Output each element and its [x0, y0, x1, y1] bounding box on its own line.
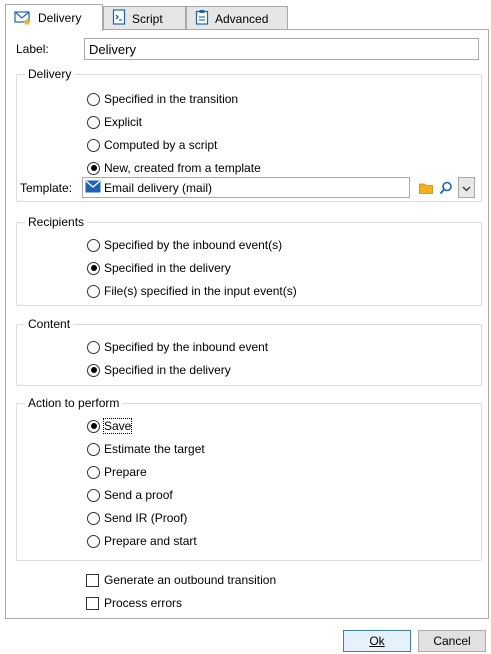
action-option-prepare[interactable]: Prepare: [87, 463, 147, 481]
template-dropdown-button[interactable]: [458, 177, 475, 198]
option-label: Specified by the inbound event: [104, 340, 269, 354]
radio-button-selected[interactable]: [87, 419, 100, 433]
envelope-icon: [85, 180, 101, 196]
recipients-option-files[interactable]: File(s) specified in the input event(s): [87, 282, 297, 300]
option-label: Prepare and start: [104, 534, 197, 548]
content-option-inbound[interactable]: Specified by the inbound event: [87, 338, 268, 356]
tab-advanced-label: Advanced: [215, 11, 269, 26]
chevron-down-icon: [462, 181, 471, 195]
radio-button[interactable]: [87, 138, 100, 152]
content-option-delivery[interactable]: Specified in the delivery: [87, 361, 231, 379]
option-label: Save: [102, 418, 133, 434]
radio-button[interactable]: [87, 442, 100, 456]
option-label: Estimate the target: [104, 442, 205, 456]
ok-button-label: Ok: [369, 634, 385, 648]
radio-button[interactable]: [87, 92, 100, 106]
radio-button-selected[interactable]: [87, 161, 100, 175]
search-icon[interactable]: [437, 179, 455, 197]
action-option-prepare-start[interactable]: Prepare and start: [87, 532, 197, 550]
label-field-label: Label:: [16, 42, 49, 56]
checkbox-label: Process errors: [104, 596, 183, 610]
action-option-estimate[interactable]: Estimate the target: [87, 440, 205, 458]
option-label: Specified in the delivery: [104, 363, 231, 377]
content-group-title: Content: [25, 317, 74, 331]
option-label: Specified by the inbound event(s): [104, 238, 283, 252]
action-option-proof[interactable]: Send a proof: [87, 486, 173, 504]
option-label: Computed by a script: [104, 138, 218, 152]
option-label: Specified in the transition: [104, 92, 239, 106]
delivery-option-script[interactable]: Computed by a script: [87, 136, 217, 154]
generate-transition-checkbox[interactable]: [86, 573, 99, 587]
recipients-group-title: Recipients: [25, 215, 88, 229]
option-label: File(s) specified in the input event(s): [104, 284, 297, 298]
template-field[interactable]: Email delivery (mail): [82, 177, 410, 198]
process-errors-checkbox[interactable]: [86, 596, 99, 610]
generate-transition-checkbox-row[interactable]: Generate an outbound transition: [86, 571, 276, 589]
recipients-option-inbound[interactable]: Specified by the inbound event(s): [87, 236, 282, 254]
delivery-option-transition[interactable]: Specified in the transition: [87, 90, 238, 108]
checkbox-label: Generate an outbound transition: [104, 573, 277, 587]
action-group: Action to perform Save Estimate the targ…: [16, 396, 482, 561]
radio-button[interactable]: [87, 534, 100, 548]
radio-button[interactable]: [87, 340, 100, 354]
radio-button-selected[interactable]: [87, 261, 100, 275]
recipients-option-delivery[interactable]: Specified in the delivery: [87, 259, 231, 277]
clipboard-icon: [195, 9, 209, 28]
tab-script-label: Script: [132, 11, 163, 26]
cancel-button[interactable]: Cancel: [418, 630, 486, 652]
tab-delivery-label: Delivery: [38, 11, 82, 25]
process-errors-checkbox-row[interactable]: Process errors: [86, 594, 182, 612]
option-label: Send IR (Proof): [104, 511, 188, 525]
radio-button-selected[interactable]: [87, 363, 100, 377]
template-label: Template:: [20, 181, 73, 195]
radio-button[interactable]: [87, 465, 100, 479]
envelope-star-icon: [14, 9, 32, 28]
template-value: Email delivery (mail): [104, 180, 213, 195]
label-input[interactable]: [84, 38, 479, 60]
option-label: New, created from a template: [104, 161, 261, 175]
option-label: Prepare: [104, 465, 147, 479]
folder-icon[interactable]: [417, 179, 435, 197]
option-label: Send a proof: [104, 488, 173, 502]
script-icon: [112, 9, 126, 28]
option-label: Explicit: [104, 115, 143, 129]
tab-delivery[interactable]: Delivery: [5, 4, 103, 31]
delivery-option-template[interactable]: New, created from a template: [87, 159, 261, 177]
radio-button[interactable]: [87, 511, 100, 525]
tab-advanced[interactable]: Advanced: [186, 6, 288, 30]
delivery-panel: Label: Delivery Specified in the transit…: [5, 29, 489, 619]
delivery-option-explicit[interactable]: Explicit: [87, 113, 142, 131]
cancel-button-label: Cancel: [433, 634, 471, 648]
action-group-title: Action to perform: [25, 396, 123, 410]
radio-button[interactable]: [87, 488, 100, 502]
recipients-group: Recipients Specified by the inbound even…: [16, 215, 482, 306]
radio-button[interactable]: [87, 284, 100, 298]
radio-button[interactable]: [87, 238, 100, 252]
action-option-save[interactable]: Save: [87, 417, 133, 435]
delivery-group-title: Delivery: [25, 67, 75, 81]
ok-button[interactable]: Ok: [343, 630, 411, 652]
content-group: Content Specified by the inbound event S…: [16, 317, 482, 386]
option-label: Specified in the delivery: [104, 261, 231, 275]
action-option-ir-proof[interactable]: Send IR (Proof): [87, 509, 187, 527]
radio-button[interactable]: [87, 115, 100, 129]
tab-script[interactable]: Script: [103, 6, 186, 30]
